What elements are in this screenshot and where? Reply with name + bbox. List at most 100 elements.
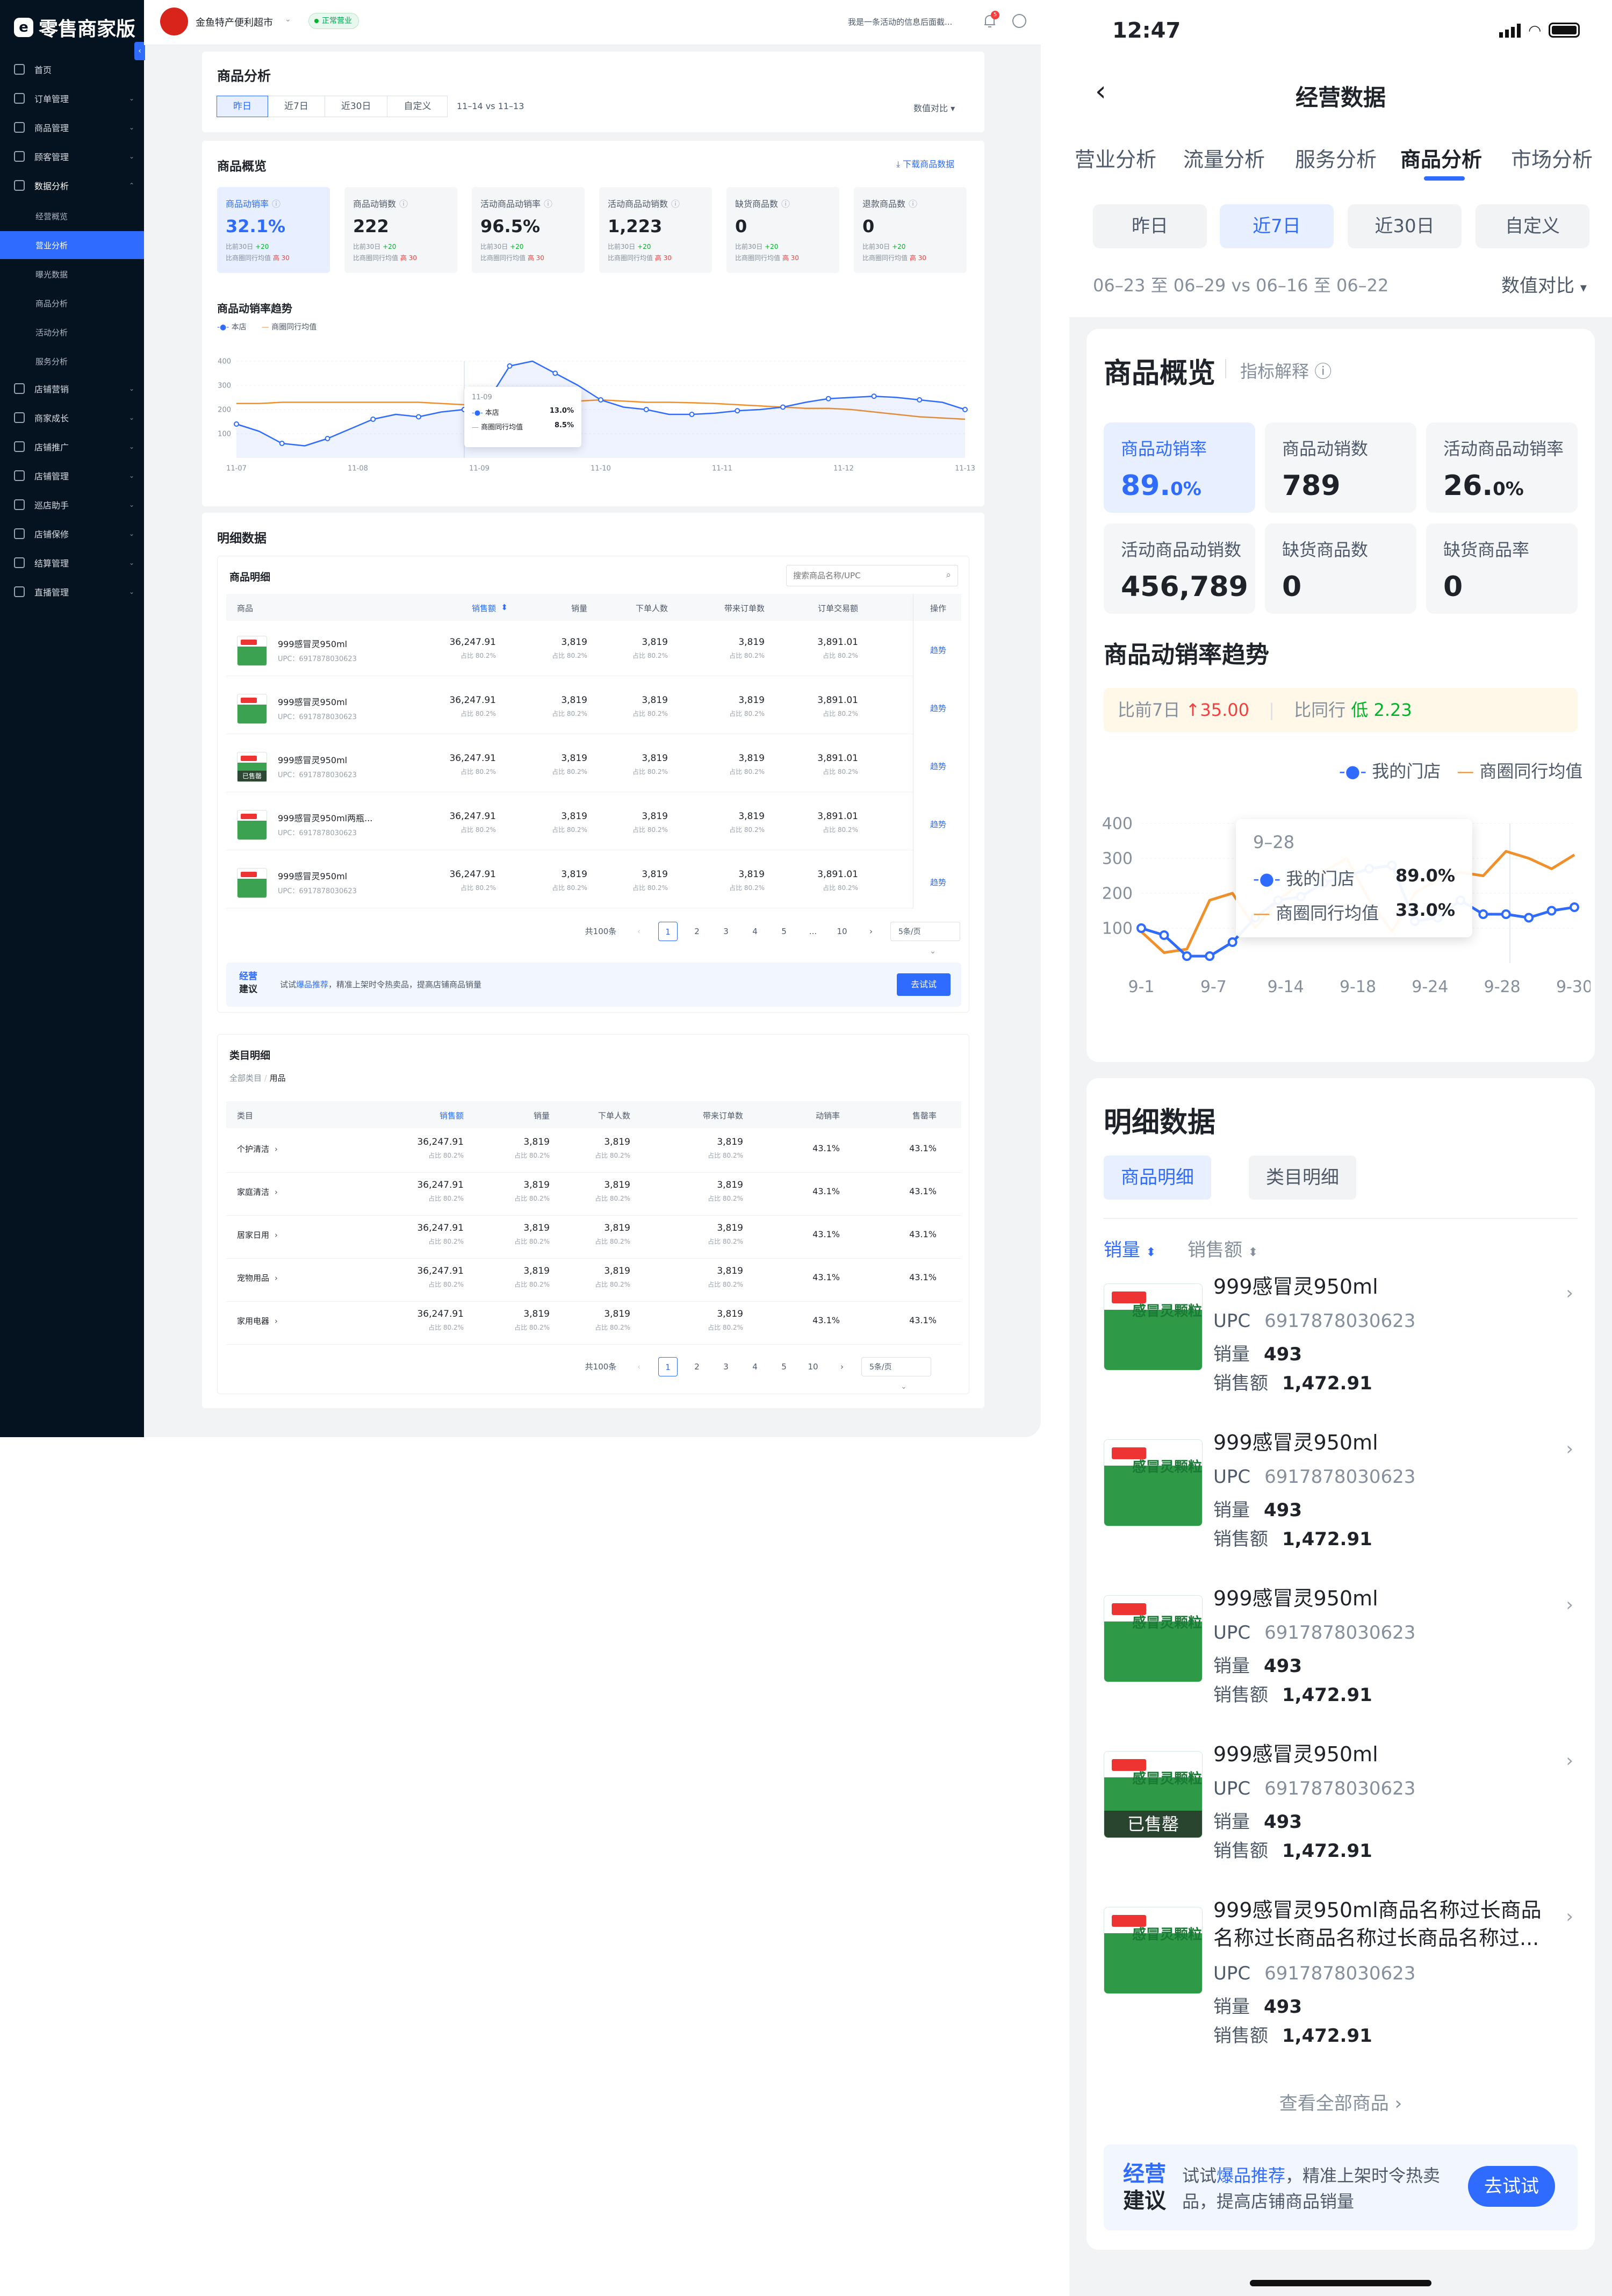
trend-chart[interactable]: 100 200 300 400 11-07 11-08 11-09 11-10 11-11 11-… xyxy=(213,345,976,485)
search-icon[interactable]: ⌕ xyxy=(946,570,951,580)
pager-page[interactable]: 2 xyxy=(687,922,707,941)
sort-by-sales[interactable]: 销售额 ⬍ xyxy=(1188,1235,1258,1261)
kpi-card[interactable]: 缺货商品数 ⓘ 0 比前30日 +20 比商圈同行均值 高 30 xyxy=(726,187,839,273)
kpi-card[interactable]: 活动商品动销率 ⓘ 96.5% 比前30日 +20 比商圈同行均值 高 30 xyxy=(472,187,585,273)
column-header[interactable]: 订单交易额 xyxy=(818,602,858,614)
data-point[interactable] xyxy=(1136,923,1146,933)
sidebar-item[interactable]: 店铺管理 ⌄ xyxy=(0,463,144,488)
sidebar-item[interactable]: 结算管理 ⌄ xyxy=(0,550,144,575)
period-yesterday[interactable]: 昨日 xyxy=(1093,204,1207,248)
column-header[interactable]: 下单人数 xyxy=(598,1110,630,1121)
column-header[interactable]: 售罄率 xyxy=(912,1110,937,1121)
data-point[interactable] xyxy=(643,407,649,412)
data-point[interactable] xyxy=(871,393,877,399)
product-search-input[interactable]: ⌕ xyxy=(786,565,958,586)
product-list-item[interactable]: 999感冒灵950ml UPC 6917878030623 销量 493 销售额 1,472… xyxy=(1086,1575,1595,1731)
trend-link[interactable]: 趋势 xyxy=(930,877,946,888)
pager-page[interactable]: 1 xyxy=(658,922,678,941)
column-header[interactable]: 销量 xyxy=(571,602,587,614)
metric-explain-link[interactable]: 指标解释 ⓘ xyxy=(1240,358,1332,383)
kpi-card[interactable]: 商品动销数 ⓘ 222 比前30日 +20 比商圈同行均值 高 30 xyxy=(344,187,457,273)
period-30d[interactable]: 近30日 xyxy=(1348,204,1462,248)
tab-yesterday[interactable]: 昨日 xyxy=(217,96,268,117)
product-list-item[interactable]: 999感冒灵950ml UPC 6917878030623 销量 493 销售额 1,472… xyxy=(1086,1263,1595,1419)
page-size-select[interactable]: 5条/页 ⌄ xyxy=(890,922,960,956)
pager-page[interactable]: 4 xyxy=(745,922,765,941)
notice-text[interactable]: 我是一条活动的信息后面截... xyxy=(848,16,952,27)
detail-tab-products[interactable]: 商品明细 xyxy=(1104,1156,1211,1200)
column-header[interactable]: 动销率 xyxy=(816,1110,840,1121)
data-point[interactable] xyxy=(1205,951,1215,961)
compare-dropdown[interactable]: 数值对比 ▾ xyxy=(913,101,955,114)
data-point[interactable] xyxy=(279,441,285,446)
trend-link[interactable]: 趋势 xyxy=(930,760,946,772)
data-point[interactable] xyxy=(416,414,421,420)
store-name[interactable]: 金鱼特产便利超市 xyxy=(196,15,273,29)
data-point[interactable] xyxy=(1182,951,1192,961)
kpi-card[interactable]: 活动商品动销数 ⓘ 1,223 比前30日 +20 比商圈同行均值 高 30 xyxy=(599,187,712,273)
data-point[interactable] xyxy=(1546,906,1557,916)
detail-tab-categories[interactable]: 类目明细 xyxy=(1249,1156,1356,1200)
tab-custom[interactable]: 自定义 xyxy=(387,96,448,117)
pager-page[interactable]: 2 xyxy=(687,1357,707,1376)
product-name[interactable]: 999感冒灵950ml两瓶... xyxy=(278,811,372,824)
pager-prev-icon[interactable]: ‹ xyxy=(629,1357,649,1376)
sidebar-item[interactable]: 顾客管理 ⌄ xyxy=(0,144,144,169)
category-name[interactable]: 家庭清洁 › xyxy=(237,1186,278,1197)
data-point[interactable] xyxy=(917,397,923,403)
page-size-select[interactable]: 5条/页 ⌄ xyxy=(861,1357,931,1391)
product-search-field[interactable] xyxy=(787,565,932,586)
data-point[interactable] xyxy=(1159,930,1169,940)
data-point[interactable] xyxy=(962,407,968,412)
sidebar-item[interactable]: 直播管理 ⌄ xyxy=(0,579,144,604)
view-all-link[interactable]: 查看全部商品 › xyxy=(1086,2089,1595,2115)
mobile-kpi-card[interactable]: 活动商品动销数 456,789 xyxy=(1104,523,1255,614)
product-list-item[interactable]: 已售罄 999感冒灵950ml UPC 6917878030623 销量 493 销售额 1,… xyxy=(1086,1731,1595,1886)
try-button[interactable]: 去试试 xyxy=(897,973,951,996)
data-point[interactable] xyxy=(234,421,239,427)
data-point[interactable] xyxy=(1501,909,1511,919)
sidebar-item[interactable]: 店铺推广 ⌄ xyxy=(0,434,144,459)
trend-link[interactable]: 趋势 xyxy=(930,702,946,714)
sidebar-item[interactable]: 店铺营销 ⌄ xyxy=(0,376,144,401)
pager-next-icon[interactable]: › xyxy=(832,1357,852,1376)
mobile-kpi-card[interactable]: 缺货商品数 0 xyxy=(1265,523,1416,614)
sidebar-item[interactable]: 商家成长 ⌄ xyxy=(0,405,144,430)
sidebar-item[interactable]: 订单管理 ⌄ xyxy=(0,86,144,111)
product-name[interactable]: 999感冒灵950ml xyxy=(278,869,347,882)
trend-link[interactable]: 趋势 xyxy=(930,819,946,830)
pager-page[interactable]: 4 xyxy=(745,1357,765,1376)
pager-page[interactable]: 3 xyxy=(716,922,736,941)
mobile-kpi-card[interactable]: 商品动销率 89.0% xyxy=(1104,422,1255,513)
product-list-item[interactable]: 999感冒灵950ml UPC 6917878030623 销量 493 销售额 1,472… xyxy=(1086,1419,1595,1575)
data-point[interactable] xyxy=(1478,909,1488,919)
sort-icon[interactable]: ⬍ xyxy=(501,602,508,612)
chevron-right-icon[interactable]: › xyxy=(1566,1906,1573,1927)
data-point[interactable] xyxy=(1524,913,1534,923)
sidebar-item[interactable]: 店铺保修 ⌄ xyxy=(0,521,144,546)
kpi-card[interactable]: 商品动销率 ⓘ 32.1% 比前30日 +20 比商圈同行均值 高 30 xyxy=(217,187,330,273)
data-point[interactable] xyxy=(780,404,786,410)
bell-icon[interactable]: 5 xyxy=(982,11,999,29)
category-name[interactable]: 宠物用品 › xyxy=(237,1272,278,1283)
column-header[interactable]: 销量 xyxy=(534,1110,550,1121)
tab-30d[interactable]: 近30日 xyxy=(324,96,388,117)
chevron-right-icon[interactable]: › xyxy=(1566,1750,1573,1771)
period-7d[interactable]: 近7日 xyxy=(1220,204,1334,248)
column-header[interactable]: 带来订单数 xyxy=(724,602,765,614)
pager-page[interactable]: 5 xyxy=(774,922,794,941)
column-header[interactable]: 下单人数 xyxy=(636,602,668,614)
suggestion-link[interactable]: 爆品推荐 xyxy=(296,980,328,989)
sidebar-subitem[interactable]: 营业分析 xyxy=(0,231,144,259)
column-header[interactable]: 销售额 xyxy=(472,602,496,614)
product-name[interactable]: 999感冒灵950ml xyxy=(278,753,347,766)
pager-page[interactable]: 1 xyxy=(658,1357,678,1376)
mobile-kpi-card[interactable]: 缺货商品率 0 xyxy=(1426,523,1578,614)
data-point[interactable] xyxy=(325,436,330,441)
sidebar-subitem[interactable]: 活动分析 xyxy=(0,318,144,346)
mobile-compare-dropdown[interactable]: 数值对比 ▾ xyxy=(1501,271,1587,297)
tab-market[interactable]: 市场分析 xyxy=(1511,143,1593,173)
pager-page[interactable]: 3 xyxy=(716,1357,736,1376)
sidebar-item[interactable]: 商品管理 ⌄ xyxy=(0,115,144,140)
chevron-right-icon[interactable]: › xyxy=(1566,1282,1573,1304)
